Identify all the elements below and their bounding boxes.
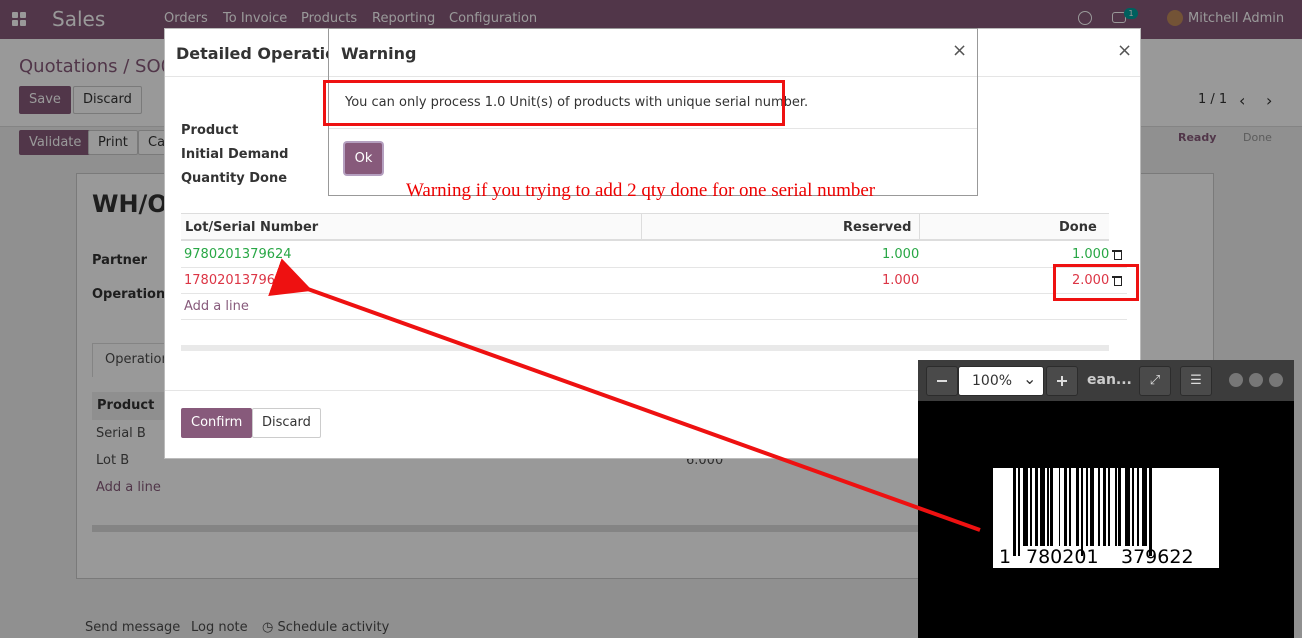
annotation-arrow (268, 258, 981, 532)
